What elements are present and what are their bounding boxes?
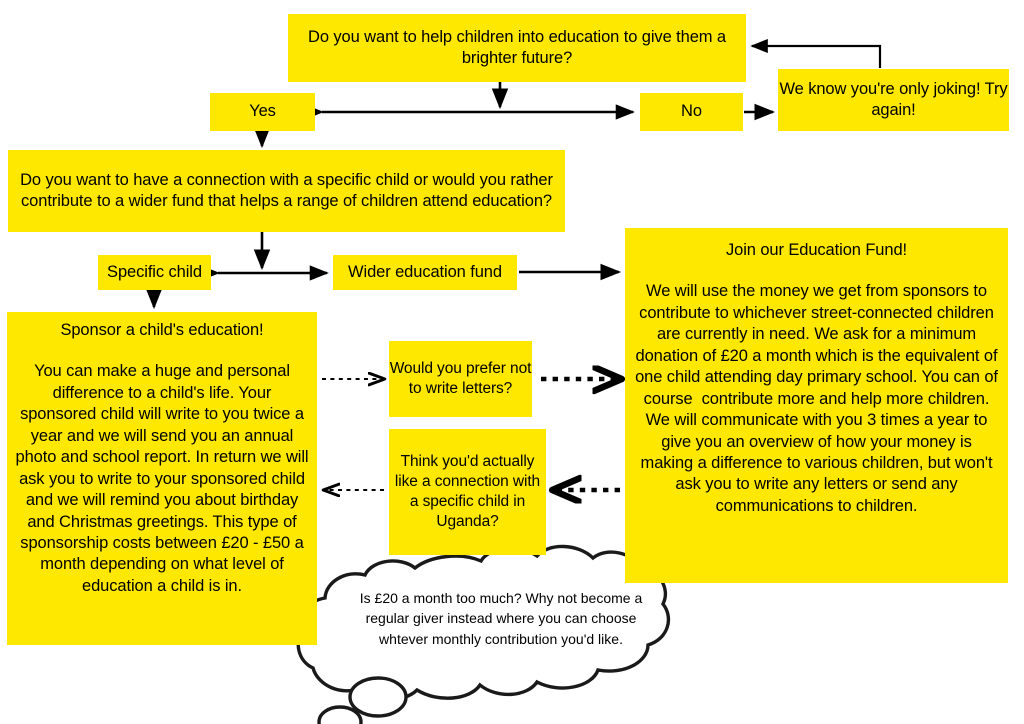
sponsor-body: You can make a huge and personal differe…	[15, 362, 313, 595]
node-sponsor-a-child[interactable]: Sponsor a child's education! You can mak…	[7, 312, 317, 645]
node-wider-education-fund[interactable]: Wider education fund	[333, 255, 517, 290]
node-question-connection-or-fund[interactable]: Do you want to have a connection with a …	[8, 150, 565, 232]
node-answer-no[interactable]: No	[640, 93, 743, 131]
flowchart-canvas: No --> wider education fund -->	[0, 0, 1024, 724]
thought-bubble-text: Is £20 a month too much? Why not become …	[359, 590, 643, 647]
fund-body: We will use the money we get from sponso…	[635, 282, 1003, 515]
node-join-education-fund[interactable]: Join our Education Fund! We will use the…	[625, 228, 1008, 583]
node-prefer-specific-child-uganda[interactable]: Think you'd actually like a connection w…	[389, 429, 546, 555]
node-joking-try-again[interactable]: We know you're only joking! Try again!	[778, 69, 1009, 131]
fund-heading: Join our Education Fund!	[725, 241, 908, 259]
link-joking-back-to-q1	[750, 38, 882, 68]
sponsor-heading: Sponsor a child's education!	[60, 321, 264, 339]
node-specific-child[interactable]: Specific child	[98, 255, 211, 290]
node-question-education[interactable]: Do you want to help children into educat…	[288, 14, 746, 82]
node-answer-yes[interactable]: Yes	[210, 93, 315, 131]
node-prefer-not-to-write-letters[interactable]: Would you prefer not to write letters?	[389, 341, 532, 417]
